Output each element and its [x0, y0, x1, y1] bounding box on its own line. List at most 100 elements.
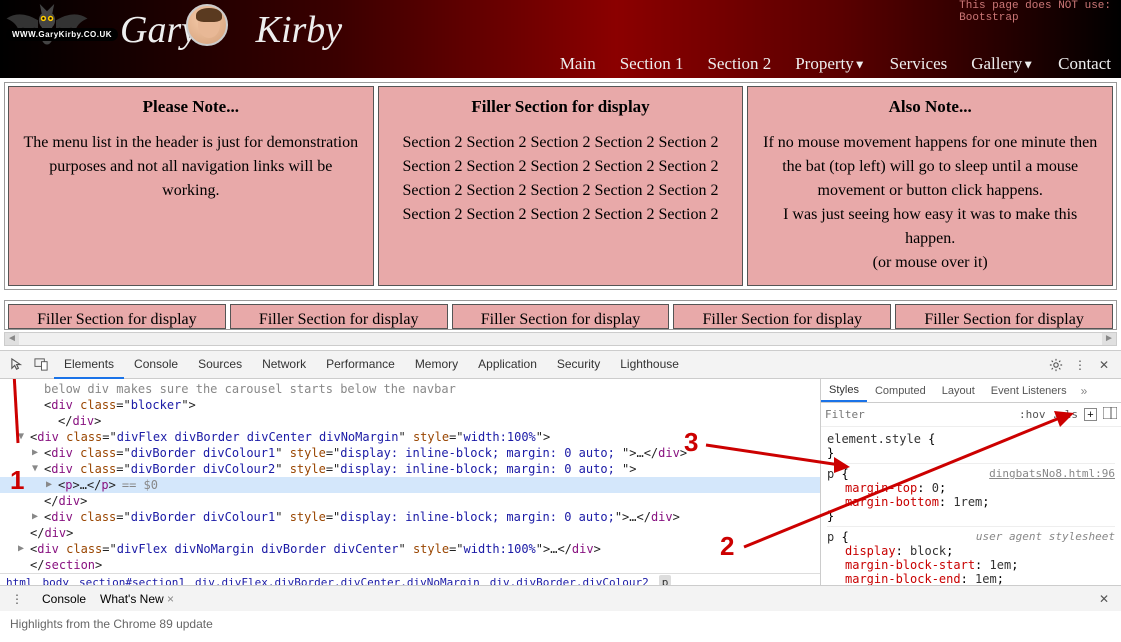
breadcrumb-item[interactable]: body — [43, 576, 70, 585]
devtools-tab-network[interactable]: Network — [252, 351, 316, 379]
more-tabs-icon[interactable]: » — [1075, 384, 1094, 398]
filler-box: Filler Section for display — [895, 304, 1113, 329]
horizontal-scroll[interactable]: ◄ ► — [4, 332, 1117, 346]
devtools-tab-console[interactable]: Console — [124, 351, 188, 379]
expand-toggle-icon[interactable]: ▶ — [32, 447, 38, 458]
styles-panel: StylesComputedLayoutEvent Listeners» :ho… — [821, 379, 1121, 585]
breadcrumb[interactable]: html body section#section1 div.divFlex.divB… — [0, 573, 820, 585]
devtools: ElementsConsoleSourcesNetworkPerformance… — [0, 350, 1121, 637]
info-row: Please Note... The menu list in the heade… — [4, 82, 1117, 290]
css-rule[interactable]: dingbatsNo8.html:96p {margin-top: 0;marg… — [827, 464, 1115, 527]
computed-panel-icon[interactable] — [1103, 407, 1117, 422]
elements-panel[interactable]: below div makes sure the carousel starts… — [0, 379, 821, 585]
content-area: Please Note... The menu list in the heade… — [0, 78, 1121, 350]
drawer-tab-console[interactable]: Console — [42, 592, 86, 606]
expand-toggle-icon[interactable]: ▶ — [18, 543, 24, 554]
page-notice: This page does NOT use: Bootstrap — [959, 0, 1111, 24]
dom-tree-line[interactable]: <div class="blocker"> — [0, 397, 820, 413]
new-style-rule-button[interactable]: + — [1084, 408, 1097, 421]
devtools-tab-elements[interactable]: Elements — [54, 351, 124, 379]
styles-tab-layout[interactable]: Layout — [934, 381, 983, 401]
drawer-tab-what-s-new[interactable]: What's New — [100, 592, 174, 606]
chevron-down-icon: ▼ — [854, 58, 866, 72]
source-link[interactable]: dingbatsNo8.html:96 — [989, 467, 1115, 480]
breadcrumb-item[interactable]: div.divBorder.divColour2 — [490, 576, 649, 585]
avatar[interactable] — [186, 4, 228, 46]
devtools-tab-performance[interactable]: Performance — [316, 351, 405, 379]
info-box-2: Also Note... If no mouse movement happens… — [747, 86, 1113, 286]
filler-box: Filler Section for display — [230, 304, 448, 329]
css-property[interactable]: display: block; — [827, 544, 1115, 558]
info-box-1: Filler Section for displaySection 2 Sect… — [378, 86, 744, 286]
dom-tree-line[interactable]: </div> — [0, 413, 820, 429]
devtools-tab-lighthouse[interactable]: Lighthouse — [610, 351, 689, 379]
expand-toggle-icon[interactable]: ▼ — [32, 463, 38, 474]
styles-tab-event-listeners[interactable]: Event Listeners — [983, 381, 1075, 401]
devtools-tab-application[interactable]: Application — [468, 351, 547, 379]
info-box-title: Please Note... — [21, 97, 361, 117]
styles-tab-styles[interactable]: Styles — [821, 380, 867, 402]
dom-tree-line[interactable]: ▼<div class="divBorder divColour2" style… — [0, 461, 820, 477]
drawer-menu-icon[interactable]: ⋮ — [6, 588, 28, 610]
css-property[interactable]: margin-block-end: 1em; — [827, 572, 1115, 585]
devtools-tab-memory[interactable]: Memory — [405, 351, 468, 379]
nav-section-2[interactable]: Section 2 — [707, 54, 771, 74]
expand-toggle-icon[interactable]: ▶ — [46, 479, 52, 490]
dom-tree-line[interactable]: </div> — [0, 493, 820, 509]
drawer-content: Highlights from the Chrome 89 update — [0, 611, 1121, 637]
dom-tree-line[interactable]: ▶<p>…</p>== $0 — [0, 477, 820, 493]
breadcrumb-item[interactable]: html — [6, 576, 33, 585]
nav-property[interactable]: Property▼ — [795, 54, 865, 74]
nav-services[interactable]: Services — [890, 54, 948, 74]
css-property[interactable]: margin-top: 0; — [827, 481, 1115, 495]
css-property[interactable]: margin-block-start: 1em; — [827, 558, 1115, 572]
breadcrumb-item[interactable]: p — [659, 575, 672, 585]
css-rule[interactable]: user agent stylesheetp {display: block;m… — [827, 527, 1115, 585]
close-devtools-icon[interactable]: ✕ — [1093, 354, 1115, 376]
dom-tree-line[interactable]: </div> — [0, 525, 820, 541]
css-rule[interactable]: element.style {} — [827, 429, 1115, 464]
scroll-right-icon[interactable]: ► — [1102, 333, 1116, 345]
filler-box: Filler Section for display — [8, 304, 226, 329]
styles-filter-row: :hov .cls + — [821, 403, 1121, 427]
styles-filter-input[interactable] — [825, 408, 1013, 421]
device-toggle-icon[interactable] — [30, 354, 52, 376]
nav-section-1[interactable]: Section 1 — [620, 54, 684, 74]
styles-tab-computed[interactable]: Computed — [867, 381, 934, 401]
styles-rules[interactable]: element.style {}dingbatsNo8.html:96p {ma… — [821, 427, 1121, 585]
close-drawer-icon[interactable]: ✕ — [1093, 588, 1115, 610]
dom-tree-line[interactable]: ▶<div class="divBorder divColour1" style… — [0, 445, 820, 461]
info-box-body: If no mouse movement happens for one min… — [760, 131, 1100, 275]
info-box-title: Filler Section for display — [391, 97, 731, 117]
dom-tree-line[interactable]: ▶<div class="divBorder divColour1" style… — [0, 509, 820, 525]
nav-gallery[interactable]: Gallery▼ — [971, 54, 1034, 74]
more-menu-icon[interactable]: ⋮ — [1069, 354, 1091, 376]
dom-tree-line[interactable]: below div makes sure the carousel starts… — [0, 381, 820, 397]
css-property[interactable]: margin-bottom: 1rem; — [827, 495, 1115, 509]
hov-toggle[interactable]: :hov — [1019, 408, 1046, 421]
scroll-left-icon[interactable]: ◄ — [5, 333, 19, 345]
bat-logo[interactable]: WWW.GaryKirby.CO.UK — [2, 2, 97, 57]
chevron-down-icon: ▼ — [1022, 58, 1034, 72]
nav-contact[interactable]: Contact — [1058, 54, 1111, 74]
info-box-0: Please Note... The menu list in the heade… — [8, 86, 374, 286]
dom-tree-line[interactable]: ▼<div class="divFlex divBorder divCenter… — [0, 429, 820, 445]
expand-toggle-icon[interactable]: ▼ — [18, 431, 24, 442]
devtools-tab-security[interactable]: Security — [547, 351, 610, 379]
expand-toggle-icon[interactable]: ▶ — [32, 511, 38, 522]
settings-gear-icon[interactable] — [1045, 354, 1067, 376]
page-header: WWW.GaryKirby.CO.UK Gary Kirby This page… — [0, 0, 1121, 78]
inspect-element-icon[interactable] — [6, 354, 28, 376]
breadcrumb-item[interactable]: section#section1 — [79, 576, 185, 585]
dom-tree-line[interactable]: ▶<div class="divFlex divNoMargin divBord… — [0, 541, 820, 557]
dom-tree-line[interactable]: </section> — [0, 557, 820, 573]
cls-toggle[interactable]: .cls — [1052, 408, 1079, 421]
breadcrumb-item[interactable]: div.divFlex.divBorder.divCenter.divNoMar… — [195, 576, 480, 585]
bat-icon — [2, 2, 92, 52]
navbar: Main Section 1 Section 2 Property▼ Services G… — [560, 54, 1111, 74]
devtools-tab-sources[interactable]: Sources — [188, 351, 252, 379]
nav-main[interactable]: Main — [560, 54, 596, 74]
info-box-title: Also Note... — [760, 97, 1100, 117]
info-box-body: The menu list in the header is just for … — [21, 131, 361, 203]
url-banner: WWW.GaryKirby.CO.UK — [6, 28, 118, 41]
